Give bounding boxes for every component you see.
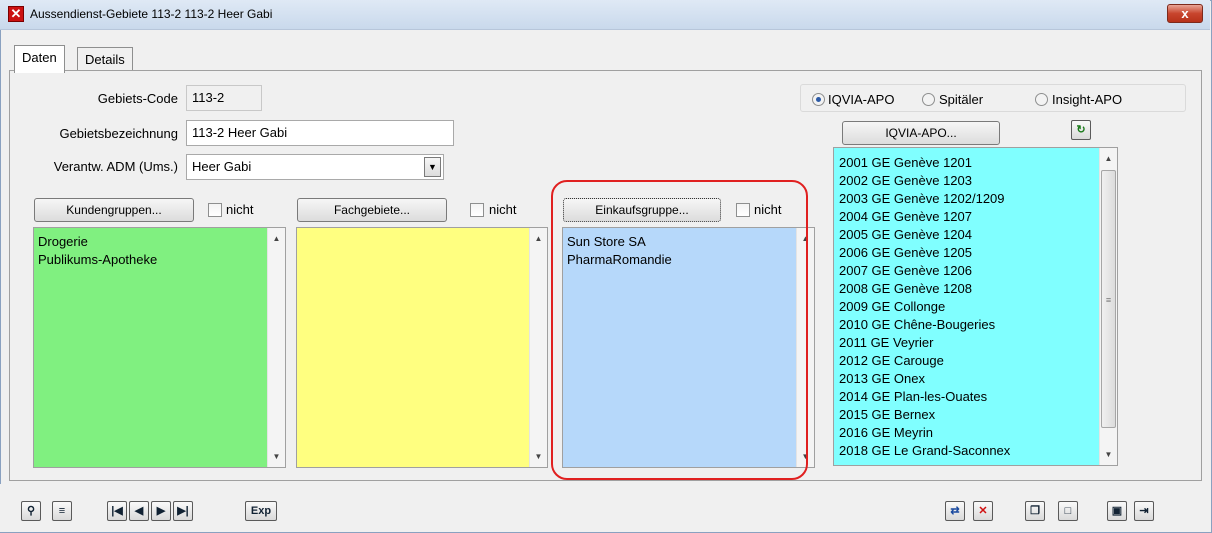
sort-icon[interactable]: ≡ xyxy=(52,501,72,521)
list-item[interactable]: Drogerie xyxy=(38,233,157,251)
annotation-highlight xyxy=(551,180,808,480)
kundengruppen-list[interactable]: Drogerie Publikums-Apotheke ▲ ▼ xyxy=(33,227,286,468)
scroll-down-icon[interactable]: ▼ xyxy=(268,448,285,465)
list-item[interactable]: 2011 GE Veyrier xyxy=(839,334,1010,352)
list-item[interactable]: 2004 GE Genève 1207 xyxy=(839,208,1010,226)
iqvia-apo-button[interactable]: IQVIA-APO... xyxy=(842,121,1000,145)
list-item[interactable]: 2006 GE Genève 1205 xyxy=(839,244,1010,262)
list-item[interactable]: 2013 GE Onex xyxy=(839,370,1010,388)
last-record-icon[interactable]: ▶| xyxy=(173,501,193,521)
verantw-adm-label: Verantw. ADM (Ums.) xyxy=(53,159,178,174)
new-document-icon[interactable]: □ xyxy=(1058,501,1078,521)
scroll-down-icon[interactable]: ▼ xyxy=(1100,446,1117,463)
copy-icon[interactable]: ❐ xyxy=(1025,501,1045,521)
gebietsbezeichnung-label: Gebietsbezeichnung xyxy=(59,126,178,141)
save-icon[interactable]: ▣ xyxy=(1107,501,1127,521)
radio-spitaeler[interactable] xyxy=(922,93,935,106)
kundengruppen-nicht-label: nicht xyxy=(226,202,254,217)
fachgebiete-button[interactable]: Fachgebiete... xyxy=(297,198,447,222)
refresh-icon[interactable]: ↻ xyxy=(1071,120,1091,140)
list-item[interactable]: Publikums-Apotheke xyxy=(38,251,157,269)
exit-icon[interactable]: ⇥ xyxy=(1134,501,1154,521)
next-record-icon[interactable]: ▶ xyxy=(151,501,171,521)
radio-insight-apo[interactable] xyxy=(1035,93,1048,106)
list-item[interactable]: 2016 GE Meyrin xyxy=(839,424,1010,442)
list-item[interactable]: 2003 GE Genève 1202/1209 xyxy=(839,190,1010,208)
scroll-up-icon[interactable]: ▲ xyxy=(268,230,285,247)
close-window-button[interactable]: x xyxy=(1167,4,1203,23)
list-item[interactable]: 2008 GE Genève 1208 xyxy=(839,280,1010,298)
list-item[interactable]: 2012 GE Carouge xyxy=(839,352,1010,370)
tab-daten[interactable]: Daten xyxy=(14,45,65,73)
list-item[interactable]: 2018 GE Le Grand-Saconnex xyxy=(839,442,1010,460)
kundengruppen-button[interactable]: Kundengruppen... xyxy=(34,198,194,222)
export-button[interactable]: Exp xyxy=(245,501,277,521)
verantw-adm-select[interactable]: Heer Gabi ▼ xyxy=(186,154,444,180)
gebietsbezeichnung-input[interactable]: 113-2 Heer Gabi xyxy=(186,120,454,146)
list-item[interactable]: 2001 GE Genève 1201 xyxy=(839,154,1010,172)
window-title: Aussendienst-Gebiete 113-2 113-2 Heer Ga… xyxy=(30,7,273,21)
gebiets-code-field: 113-2 xyxy=(186,85,262,111)
iqvia-region-list[interactable]: 2001 GE Genève 1201 2002 GE Genève 1203 20… xyxy=(833,147,1118,466)
verantw-adm-value: Heer Gabi xyxy=(192,159,252,174)
list-item[interactable]: 2009 GE Collonge xyxy=(839,298,1010,316)
fachgebiete-list[interactable]: ▲ ▼ xyxy=(296,227,548,468)
list-item[interactable]: 2005 GE Genève 1204 xyxy=(839,226,1010,244)
radio-iqvia-apo-label: IQVIA-APO xyxy=(828,92,895,107)
list-item[interactable]: 2014 GE Plan-les-Ouates xyxy=(839,388,1010,406)
list-item[interactable]: 2015 GE Bernex xyxy=(839,406,1010,424)
kundengruppen-nicht-checkbox[interactable] xyxy=(208,203,222,217)
list-item[interactable]: 2002 GE Genève 1203 xyxy=(839,172,1010,190)
radio-insight-apo-label: Insight-APO xyxy=(1052,92,1123,107)
list-item[interactable]: 2007 GE Genève 1206 xyxy=(839,262,1010,280)
radio-spitaeler-label: Spitäler xyxy=(939,92,984,107)
fachgebiete-nicht-label: nicht xyxy=(489,202,517,217)
radio-iqvia-apo[interactable] xyxy=(812,93,825,106)
scroll-thumb[interactable]: ≡ xyxy=(1101,170,1116,428)
scroll-up-icon[interactable]: ▲ xyxy=(530,230,547,247)
binoculars-icon[interactable]: ⚲ xyxy=(21,501,41,521)
fachgebiete-nicht-checkbox[interactable] xyxy=(470,203,484,217)
scroll-up-icon[interactable]: ▲ xyxy=(1100,150,1117,167)
app-icon: ✕ xyxy=(8,6,24,22)
list-item[interactable]: 2010 GE Chêne-Bougeries xyxy=(839,316,1010,334)
transfer-icon[interactable]: ⇄ xyxy=(945,501,965,521)
scroll-down-icon[interactable]: ▼ xyxy=(530,448,547,465)
previous-record-icon[interactable]: ◀ xyxy=(129,501,149,521)
scrollbar[interactable]: ▲ ▼ xyxy=(267,228,285,467)
delete-icon[interactable]: ✕ xyxy=(973,501,993,521)
chevron-down-icon[interactable]: ▼ xyxy=(424,157,441,177)
scrollbar[interactable]: ▲ ≡ ▼ xyxy=(1099,148,1117,465)
first-record-icon[interactable]: |◀ xyxy=(107,501,127,521)
gebiets-code-label: Gebiets-Code xyxy=(97,91,178,106)
scrollbar[interactable]: ▲ ▼ xyxy=(529,228,547,467)
